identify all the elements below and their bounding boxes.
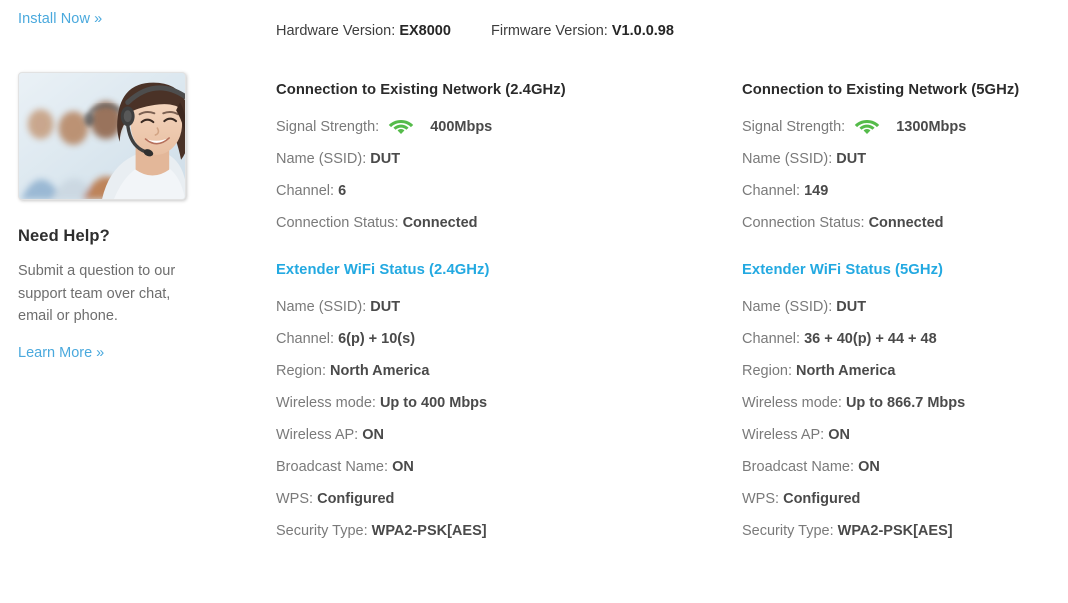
band-5ghz-signal-strength-row: Signal Strength: 1300Mbps xyxy=(742,111,1068,143)
hardware-version-value: EX8000 xyxy=(399,23,451,39)
row-value: North America xyxy=(330,363,430,379)
column-5ghz: Connection to Existing Network (5GHz) Sig… xyxy=(742,82,1068,547)
row-value: ON xyxy=(828,427,850,443)
row-value: Up to 400 Mbps xyxy=(379,395,488,411)
band-5ghz-connection-row: Name (SSID): DUT xyxy=(742,143,1068,175)
band-2-4ghz-extender-row: Wireless mode: Up to 400 Mbps xyxy=(276,387,716,419)
signal-strength-label: Signal Strength: xyxy=(742,119,846,135)
row-value: North America xyxy=(796,363,896,379)
band-5ghz-connection-row: Channel: 149 xyxy=(742,175,1068,207)
row-label: Channel: xyxy=(276,331,335,347)
row-label: Name (SSID): xyxy=(276,151,367,167)
band-5ghz-extender-row: Region: North America xyxy=(742,355,1068,387)
row-value: Up to 866.7 Mbps xyxy=(845,395,966,411)
row-label: Name (SSID): xyxy=(742,299,833,315)
row-label: WPS: xyxy=(276,491,314,507)
band-2-4ghz-extender-row: Region: North America xyxy=(276,355,716,387)
row-value: Connected xyxy=(868,215,944,231)
install-now-link[interactable]: Install Now » xyxy=(18,11,102,27)
band-2-4ghz-connection-row: Name (SSID): DUT xyxy=(276,143,716,175)
row-label: Channel: xyxy=(742,331,801,347)
band-5ghz-extender-title[interactable]: Extender WiFi Status (5GHz) xyxy=(742,262,1068,278)
band-2-4ghz-extender-row: Name (SSID): DUT xyxy=(276,291,716,323)
row-label: Region: xyxy=(276,363,326,379)
row-label: Security Type: xyxy=(742,523,834,539)
row-label: Channel: xyxy=(742,183,801,199)
version-bar: Hardware Version: EX8000 Firmware Versio… xyxy=(276,23,674,39)
row-value: 6 xyxy=(338,183,347,199)
help-sidebar: Need Help? Submit a question to our supp… xyxy=(18,72,196,362)
signal-strength-label: Signal Strength: xyxy=(276,119,380,135)
band-2-4ghz-extender-row: Broadcast Name: ON xyxy=(276,451,716,483)
hardware-version-label: Hardware Version: xyxy=(276,23,396,39)
row-value: WPA2-PSK[AES] xyxy=(837,523,953,539)
row-value: Connected xyxy=(402,215,478,231)
row-value: ON xyxy=(362,427,384,443)
row-label: Broadcast Name: xyxy=(276,459,389,475)
row-label: Connection Status: xyxy=(742,215,865,231)
band-5ghz-extender-row: Wireless mode: Up to 866.7 Mbps xyxy=(742,387,1068,419)
row-value: ON xyxy=(392,459,414,475)
row-value: 6(p) + 10(s) xyxy=(338,331,416,347)
band-2-4ghz-connection-title: Connection to Existing Network (2.4GHz) xyxy=(276,82,566,98)
row-label: Channel: xyxy=(276,183,335,199)
learn-more-link[interactable]: Learn More » xyxy=(18,345,104,361)
help-title: Need Help? xyxy=(18,227,110,245)
band-5ghz-extender-row: WPS: Configured xyxy=(742,483,1068,515)
row-value: 149 xyxy=(804,183,829,199)
band-2-4ghz-connection-row: Connection Status: Connected xyxy=(276,207,716,239)
band-2-4ghz-extender-row: Channel: 6(p) + 10(s) xyxy=(276,323,716,355)
band-2-4ghz-extender-row: Security Type: WPA2-PSK[AES] xyxy=(276,515,716,547)
band-2-4ghz-connection-rows: Signal Strength: 400Mbps Name (SSID): DUT C… xyxy=(276,111,716,239)
row-label: Wireless mode: xyxy=(276,395,376,411)
wifi-signal-icon xyxy=(388,116,414,134)
support-agent-photo xyxy=(18,72,186,200)
column-2-4ghz: Connection to Existing Network (2.4GHz) S… xyxy=(276,82,716,547)
row-value: DUT xyxy=(370,299,401,315)
band-5ghz-connection-row: Connection Status: Connected xyxy=(742,207,1068,239)
band-2-4ghz-extender-row: WPS: Configured xyxy=(276,483,716,515)
row-label: Region: xyxy=(742,363,792,379)
band-5ghz-extender-row: Channel: 36 + 40(p) + 44 + 48 xyxy=(742,323,1068,355)
band-2-4ghz-signal-strength-row: Signal Strength: 400Mbps xyxy=(276,111,716,143)
row-value: Configured xyxy=(783,491,861,507)
band-2-4ghz-extender-title[interactable]: Extender WiFi Status (2.4GHz) xyxy=(276,262,716,278)
band-5ghz-extender-row: Broadcast Name: ON xyxy=(742,451,1068,483)
row-label: Security Type: xyxy=(276,523,368,539)
help-description: Submit a question to our support team ov… xyxy=(18,263,176,324)
row-value: Configured xyxy=(317,491,395,507)
band-5ghz-connection-rows: Signal Strength: 1300Mbps Name (SSID): DUT… xyxy=(742,111,1068,239)
row-value: WPA2-PSK[AES] xyxy=(371,523,487,539)
band-5ghz-extender-row: Wireless AP: ON xyxy=(742,419,1068,451)
row-label: Wireless AP: xyxy=(742,427,825,443)
row-value: DUT xyxy=(836,151,867,167)
firmware-version-value: V1.0.0.98 xyxy=(611,23,674,39)
signal-strength-value: 1300Mbps xyxy=(896,119,967,135)
row-value: ON xyxy=(858,459,880,475)
row-label: WPS: xyxy=(742,491,780,507)
row-label: Wireless AP: xyxy=(276,427,359,443)
wifi-signal-icon xyxy=(854,116,880,134)
band-2-4ghz-extender-row: Wireless AP: ON xyxy=(276,419,716,451)
row-label: Broadcast Name: xyxy=(742,459,855,475)
row-value: DUT xyxy=(836,299,867,315)
signal-strength-value: 400Mbps xyxy=(430,119,493,135)
band-5ghz-extender-row: Name (SSID): DUT xyxy=(742,291,1068,323)
band-2-4ghz-extender-rows: Name (SSID): DUT Channel: 6(p) + 10(s) Reg… xyxy=(276,291,716,547)
band-2-4ghz-connection-row: Channel: 6 xyxy=(276,175,716,207)
band-5ghz-extender-rows: Name (SSID): DUT Channel: 36 + 40(p) + 44… xyxy=(742,291,1068,547)
firmware-version-label: Firmware Version: xyxy=(490,23,608,39)
row-label: Name (SSID): xyxy=(742,151,833,167)
row-label: Wireless mode: xyxy=(742,395,842,411)
row-value: DUT xyxy=(370,151,401,167)
band-5ghz-connection-title: Connection to Existing Network (5GHz) xyxy=(742,82,1020,98)
row-value: 36 + 40(p) + 44 + 48 xyxy=(804,331,937,347)
row-label: Name (SSID): xyxy=(276,299,367,315)
row-label: Connection Status: xyxy=(276,215,399,231)
band-5ghz-extender-row: Security Type: WPA2-PSK[AES] xyxy=(742,515,1068,547)
